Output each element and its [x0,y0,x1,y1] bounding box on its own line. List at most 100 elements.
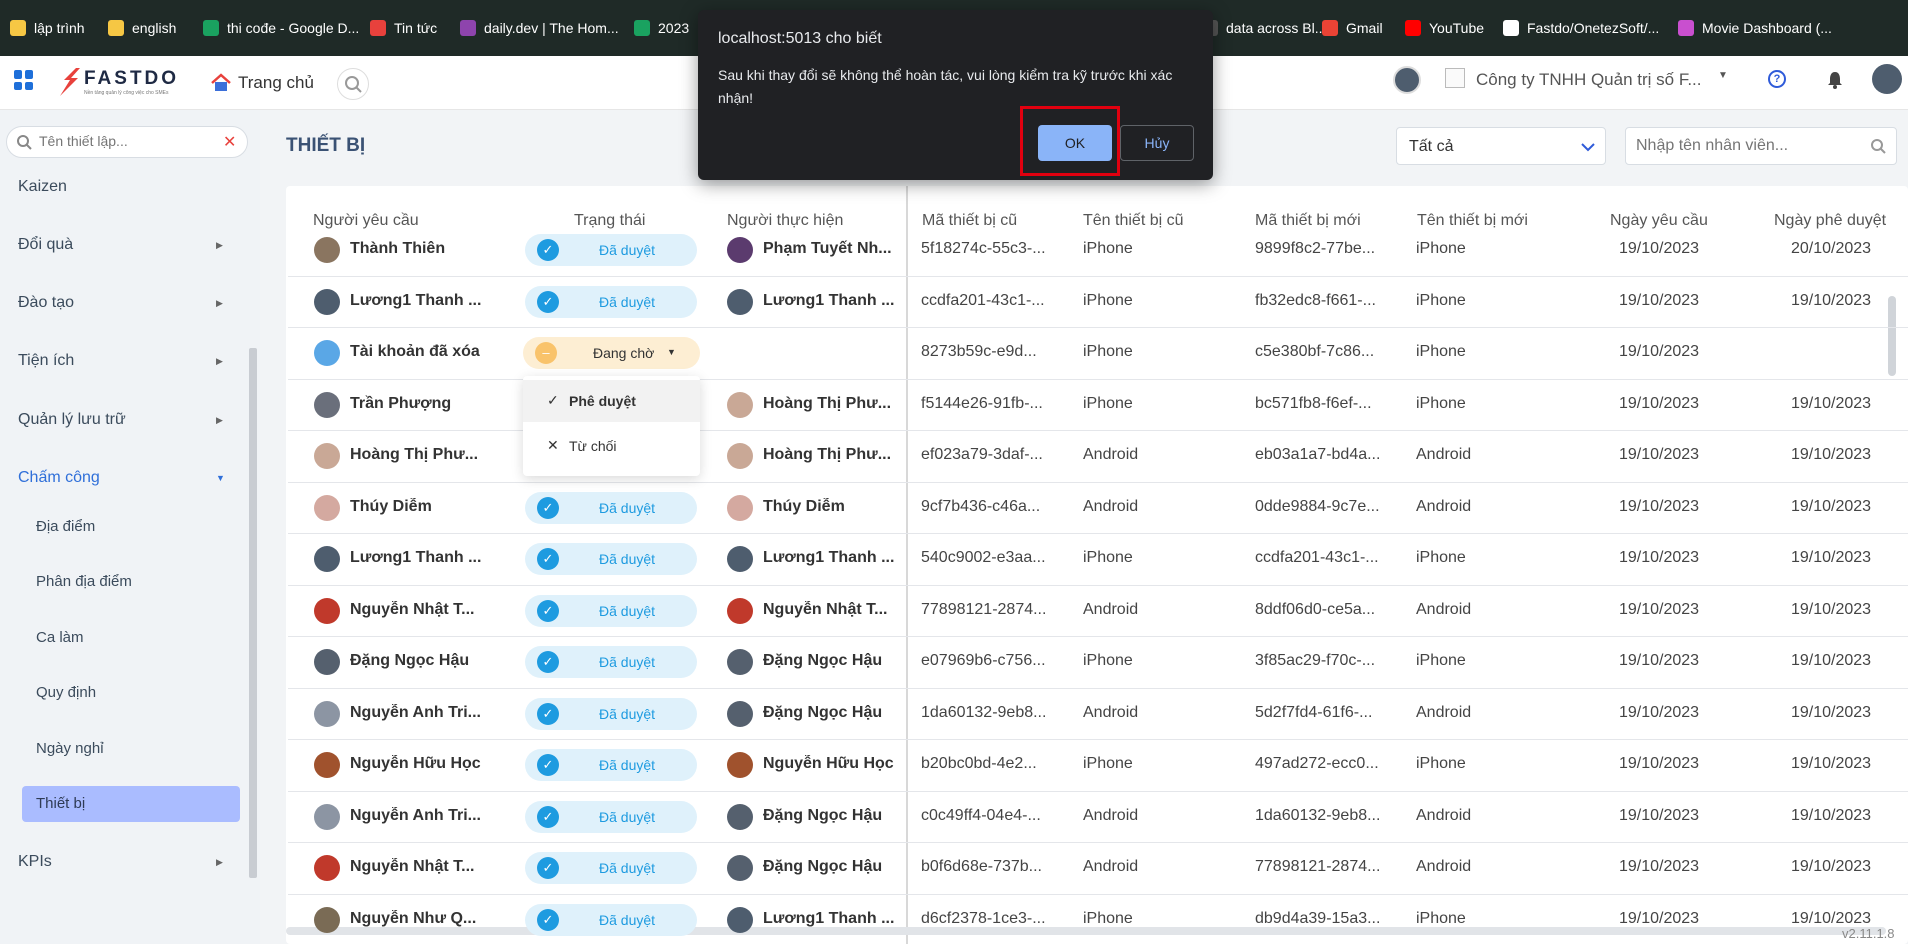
status-badge[interactable]: ✓ Đã duyệt [525,852,697,884]
new-device-name: iPhone [1416,549,1466,566]
employee-search-input[interactable] [1636,137,1856,155]
status-badge[interactable]: ✓ Đã duyệt [525,286,697,318]
new-device-id: 5d2f7fd4-61f6-... [1255,704,1373,721]
bookmark-item[interactable]: YouTube [1405,0,1484,56]
old-device-name: iPhone [1083,652,1133,669]
sidebar-subitem-quy-dinh[interactable]: Quy định [36,684,96,701]
sidebar-item-dao-tao[interactable]: Đào tạo [18,294,74,312]
employee-search[interactable] [1625,127,1897,165]
sidebar-search-input[interactable] [39,133,209,149]
sidebar-item-kpis[interactable]: KPIs [18,853,52,871]
status-badge[interactable]: ✓ Đã duyệt [525,543,697,575]
check-icon: ✓ [547,392,559,408]
home-link[interactable]: Trang chủ [210,68,314,98]
search-icon [1871,139,1886,154]
old-device-id: f5144e26-91fb-... [921,395,1043,412]
new-device-id: 497ad272-ecc0... [1255,755,1379,772]
status-badge[interactable]: ✓ Đã duyệt [525,595,697,627]
row-divider [288,688,1908,689]
help-icon[interactable]: ? [1768,70,1786,88]
search-button[interactable] [337,68,369,100]
sidebar-subitem-thiet-bi[interactable]: Thiết bị [22,786,240,822]
executor-avatar [727,855,753,881]
bookmark-icon [370,20,386,36]
requester-name: Trần Phượng [350,395,452,412]
bookmark-item[interactable]: Gmail [1322,0,1383,56]
search-icon [345,76,362,93]
bookmark-item[interactable]: Movie Dashboard (... [1678,0,1832,56]
col-header-new-device-id: Mã thiết bị mới [1255,212,1361,229]
status-badge[interactable]: ✓ Đã duyệt [525,646,697,678]
check-circle-icon: ✓ [537,239,559,261]
bookmark-item[interactable]: data across Bl... [1202,0,1326,56]
status-filter-select[interactable]: Tất cả [1396,127,1606,165]
user-avatar-small[interactable] [1393,66,1421,94]
approval-date: 19/10/2023 [1791,807,1872,824]
sidebar-subitem-ca-lam[interactable]: Ca làm [36,629,84,646]
status-badge[interactable]: ✓ Đã duyệt [525,801,697,833]
old-device-name: iPhone [1083,343,1133,360]
bookmark-item[interactable]: lập trình [10,0,85,56]
status-badge[interactable]: ✓ Đã duyệt [525,492,697,524]
approval-date: 19/10/2023 [1791,446,1872,463]
bookmark-item[interactable]: Fastdo/OnetezSoft/... [1503,0,1659,56]
bookmark-item[interactable]: english [108,0,176,56]
chevron-right-icon: ▶ [216,415,223,425]
dialog-ok-button[interactable]: OK [1038,125,1112,161]
col-header-request-date: Ngày yêu cầu [1610,212,1708,229]
apps-grid-icon[interactable] [14,70,34,90]
bookmark-icon [460,20,476,36]
sidebar-subitem-ngay-nghi[interactable]: Ngày nghỉ [36,740,104,757]
approval-date: 19/10/2023 [1791,549,1872,566]
clear-icon[interactable]: ✕ [223,132,236,152]
check-circle-icon: ✓ [537,651,559,673]
sidebar-item-kaizen[interactable]: Kaizen [18,178,67,196]
fastdo-logo[interactable]: FASTDO Nền tảng quản lý công việc cho SM… [56,64,186,102]
status-badge[interactable]: ✓ Đã duyệt [525,234,697,266]
approve-option[interactable]: ✓ Phê duyệt [523,380,700,422]
sidebar-subitem-dia-diem[interactable]: Địa điểm [36,518,95,535]
sidebar-scrollbar[interactable] [249,348,257,878]
sidebar-item-cham-cong[interactable]: Chấm công [18,469,100,487]
new-device-id: 1da60132-9eb8... [1255,807,1381,824]
new-device-id: fb32edc8-f661-... [1255,292,1376,309]
bookmark-item[interactable]: thi cođe - Google D... [203,0,359,56]
company-dropdown-icon[interactable]: ▼ [1718,70,1728,81]
approval-date: 19/10/2023 [1791,292,1872,309]
dialog-cancel-button[interactable]: Hủy [1120,125,1194,161]
status-dropdown[interactable]: – Đang chờ ▼ [523,337,700,369]
requester-avatar [314,443,340,469]
bookmark-label: Tin tức [394,20,438,36]
executor-avatar [727,443,753,469]
sidebar-item-quan-ly-luu-tru[interactable]: Quản lý lưu trữ [18,411,126,429]
bookmark-item[interactable]: Tin tức [370,0,437,56]
status-badge[interactable]: ✓ Đã duyệt [525,698,697,730]
request-date: 19/10/2023 [1619,240,1700,257]
logo-text: FASTDO [84,68,180,89]
company-name[interactable]: Công ty TNHH Quản trị số F... [1476,70,1701,90]
requester-avatar [314,752,340,778]
request-date: 19/10/2023 [1619,395,1700,412]
horizontal-scrollbar[interactable] [286,927,1886,935]
sidebar-item-doi-qua[interactable]: Đổi quà [18,236,73,254]
dialog-title: localhost:5013 cho biết [718,30,882,47]
bookmark-label: thi cođe - Google D... [227,20,360,36]
sidebar-item-tien-ich[interactable]: Tiện ích [18,352,74,370]
table-scrollbar[interactable] [1888,296,1896,376]
bookmark-item[interactable]: 2023 [634,0,689,56]
executor-name: Hoàng Thị Phư... [763,395,892,412]
executor-avatar [727,752,753,778]
bookmark-label: english [132,20,177,36]
sidebar-subitem-phan-dia-diem[interactable]: Phân địa điểm [36,573,132,590]
bookmark-icon [1678,20,1694,36]
profile-avatar[interactable] [1872,64,1902,94]
company-logo-icon [1445,68,1465,88]
status-badge[interactable]: ✓ Đã duyệt [525,904,697,936]
reject-option[interactable]: ✕ Từ chối [523,426,700,468]
bookmark-item[interactable]: daily.dev | The Hom... [460,0,619,56]
col-header-approval-date: Ngày phê duyệt [1774,212,1887,229]
bell-icon[interactable] [1826,70,1844,90]
status-badge[interactable]: ✓ Đã duyệt [525,749,697,781]
sidebar-search[interactable]: ✕ [6,126,248,158]
new-device-id: 9899f8c2-77be... [1255,240,1376,257]
